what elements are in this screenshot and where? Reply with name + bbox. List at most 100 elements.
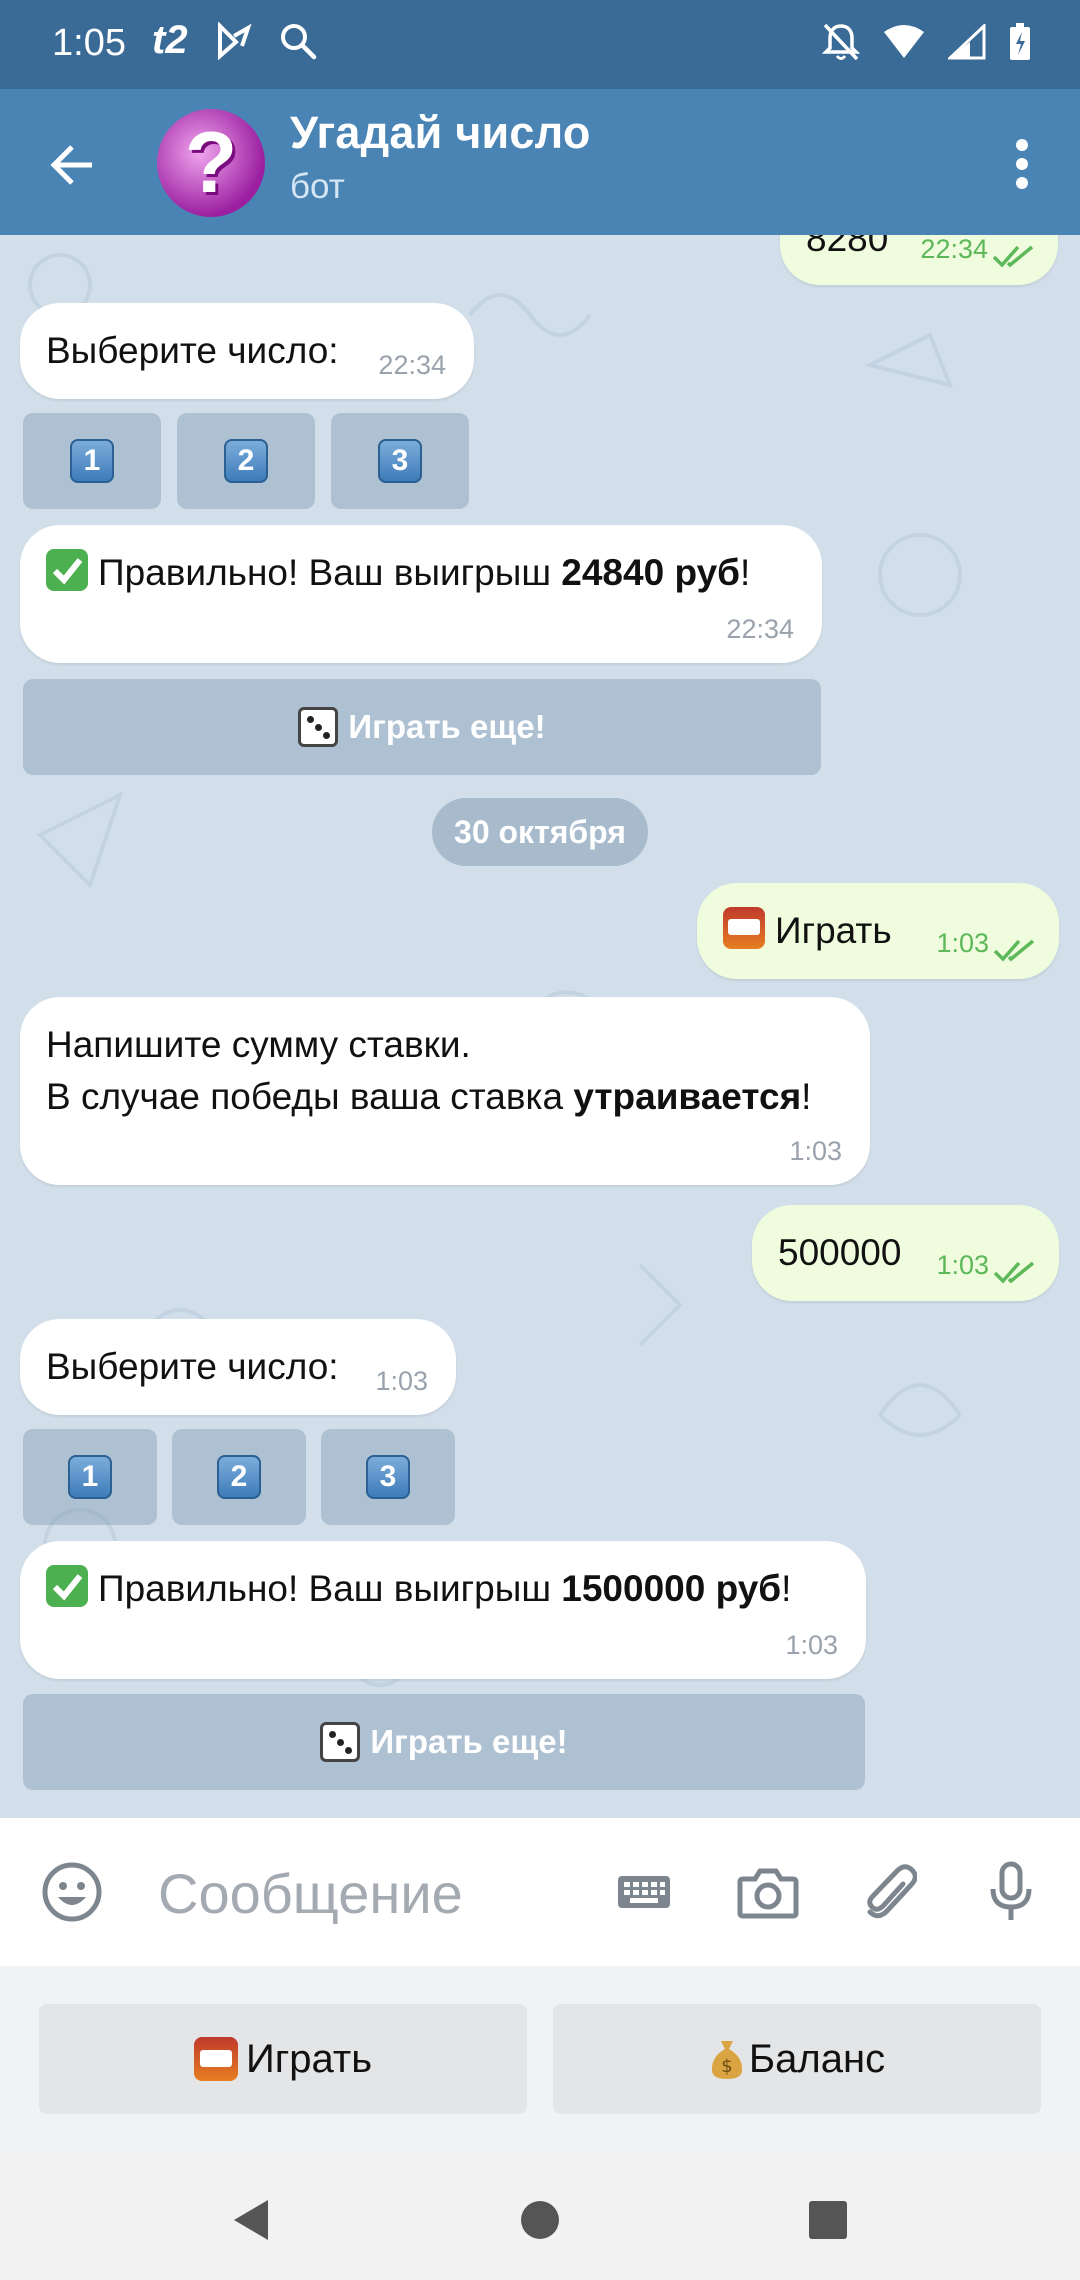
double-check-icon: [992, 245, 1034, 268]
camera-button[interactable]: [736, 1860, 800, 1924]
date-text: 30 октября: [454, 813, 626, 850]
message-time: 22:34: [920, 235, 988, 265]
reply-button-play-label: Играть: [245, 2036, 373, 2081]
status-bar: 1:05 t2: [0, 0, 1080, 89]
message-time: 1:03: [789, 1136, 842, 1167]
reply-button-play[interactable]: Играть: [39, 2004, 527, 2114]
status-right-icons: [822, 22, 1032, 62]
keycap-2-icon: 2: [224, 439, 268, 483]
bet-prompt-suffix: !: [801, 1075, 812, 1117]
bell-off-icon: [822, 23, 860, 61]
win-amount: 1500000 руб: [561, 1568, 782, 1609]
play-again-button[interactable]: Играть еще!: [23, 1694, 865, 1790]
check-mark-button-icon: [46, 549, 88, 591]
keyboard-icon: [618, 1876, 670, 1908]
chat-title[interactable]: Угадай число: [290, 107, 591, 159]
win-text-suffix: !: [781, 1568, 792, 1609]
nav-recents-button[interactable]: [798, 2190, 858, 2250]
keyboard-button[interactable]: [612, 1860, 676, 1924]
slot-machine-icon: [193, 2037, 238, 2081]
message-in-win[interactable]: Правильно! Ваш выигрыш 1500000 руб! 1:03: [20, 1541, 866, 1679]
bet-prompt-line2: В случае победы ваша ставка утраивается!: [46, 1071, 844, 1123]
chat-subtitle: бот: [290, 167, 345, 206]
nav-home-button[interactable]: [510, 2190, 570, 2250]
win-amount: 24840 руб: [561, 552, 740, 593]
double-check-icon: [993, 939, 1035, 962]
double-check-icon: [993, 1261, 1035, 1284]
paperclip-icon: [867, 1864, 917, 1919]
message-input-bar: [0, 1818, 1080, 1966]
reply-button-balance[interactable]: $ Баланс: [553, 2004, 1041, 2114]
arrow-left-icon: [50, 145, 92, 185]
keycap-2-icon: 2: [217, 1455, 261, 1499]
message-out-bet[interactable]: 500000 1:03: [752, 1205, 1059, 1301]
flag-icon: [217, 21, 252, 60]
more-vertical-icon: [1016, 139, 1028, 189]
question-mark-icon: ?: [184, 115, 238, 211]
message-in-bet-prompt[interactable]: Напишите сумму ставки. В случае победы в…: [20, 997, 870, 1185]
bet-prompt-bold: утраивается: [573, 1075, 802, 1117]
signal-icon: [948, 24, 986, 60]
bet-prompt-line2-prefix: В случае победы ваша ставка: [46, 1075, 574, 1117]
message-time: 1:03: [375, 1366, 428, 1397]
status-time: 1:05: [52, 22, 126, 64]
play-again-label: Играть еще!: [348, 708, 546, 745]
smiley-icon: [42, 1862, 102, 1922]
slot-machine-icon: [723, 907, 765, 949]
bet-prompt-line1: Напишите сумму ставки.: [46, 1024, 471, 1065]
square-recents-icon: [809, 2201, 847, 2239]
camera-icon: [737, 1868, 799, 1919]
more-options-button[interactable]: [990, 129, 1054, 199]
voice-message-button[interactable]: [979, 1860, 1043, 1924]
circle-home-icon: [521, 2201, 559, 2239]
battery-icon: [1010, 23, 1030, 60]
inline-button-number-1[interactable]: 1: [23, 1429, 157, 1525]
bot-reply-keyboard: Играть $ Баланс: [0, 1966, 1080, 2154]
play-again-button[interactable]: Играть еще!: [23, 679, 821, 775]
win-text-prefix: Правильно! Ваш выигрыш: [98, 552, 562, 593]
win-text-suffix: !: [740, 552, 751, 593]
wifi-icon: [884, 25, 924, 58]
message-out-play[interactable]: Играть 1:03: [697, 883, 1059, 979]
reply-button-balance-label: Баланс: [748, 2036, 886, 2081]
message-in-choose-number[interactable]: Выберите число: 1:03: [20, 1319, 456, 1415]
back-button[interactable]: [40, 133, 104, 197]
chat-area[interactable]: 8280 22:34 Выберите число: 22:34 1 2 3 П…: [0, 235, 1080, 1818]
message-input[interactable]: [158, 1858, 578, 1928]
message-time: 22:34: [378, 350, 446, 381]
inline-button-number-3[interactable]: 3: [321, 1429, 455, 1525]
keycap-3-icon: 3: [378, 439, 422, 483]
inline-button-number-3[interactable]: 3: [331, 413, 469, 509]
message-time: 1:03: [785, 1630, 838, 1661]
svg-text:$: $: [721, 2056, 732, 2077]
triangle-back-icon: [234, 2200, 268, 2240]
message-text: 500000: [778, 1232, 902, 1273]
inline-button-number-1[interactable]: 1: [23, 413, 161, 509]
carrier-icon: t2: [152, 18, 188, 62]
message-time: 1:03: [936, 928, 989, 959]
play-again-label: Играть еще!: [370, 1723, 568, 1760]
game-die-icon: [298, 707, 339, 747]
system-navigation-bar: [0, 2154, 1080, 2280]
message-time: 22:34: [726, 614, 794, 645]
keycap-1-icon: 1: [68, 1455, 112, 1499]
message-text: 8280: [806, 235, 889, 259]
microphone-icon: [990, 1861, 1032, 1920]
inline-button-number-2[interactable]: 2: [177, 413, 315, 509]
attach-button[interactable]: [858, 1860, 922, 1924]
money-bag-icon: $: [709, 2037, 745, 2081]
message-in-win[interactable]: Правильно! Ваш выигрыш 24840 руб! 22:34: [20, 525, 822, 663]
emoji-button[interactable]: [40, 1860, 104, 1924]
status-left-icons: t2: [152, 18, 318, 63]
message-in-choose-number[interactable]: Выберите число: 22:34: [20, 303, 474, 399]
message-text: Играть: [775, 910, 892, 951]
bot-avatar[interactable]: ?: [157, 109, 265, 217]
keycap-3-icon: 3: [366, 1455, 410, 1499]
inline-button-number-2[interactable]: 2: [172, 1429, 306, 1525]
check-mark-button-icon: [46, 1565, 88, 1607]
win-text-prefix: Правильно! Ваш выигрыш: [98, 1568, 562, 1609]
nav-back-button[interactable]: [220, 2190, 280, 2250]
message-time: 1:03: [936, 1250, 989, 1281]
message-out-partial[interactable]: 8280 22:34: [780, 235, 1058, 285]
message-text: Выберите число:: [46, 1346, 339, 1387]
